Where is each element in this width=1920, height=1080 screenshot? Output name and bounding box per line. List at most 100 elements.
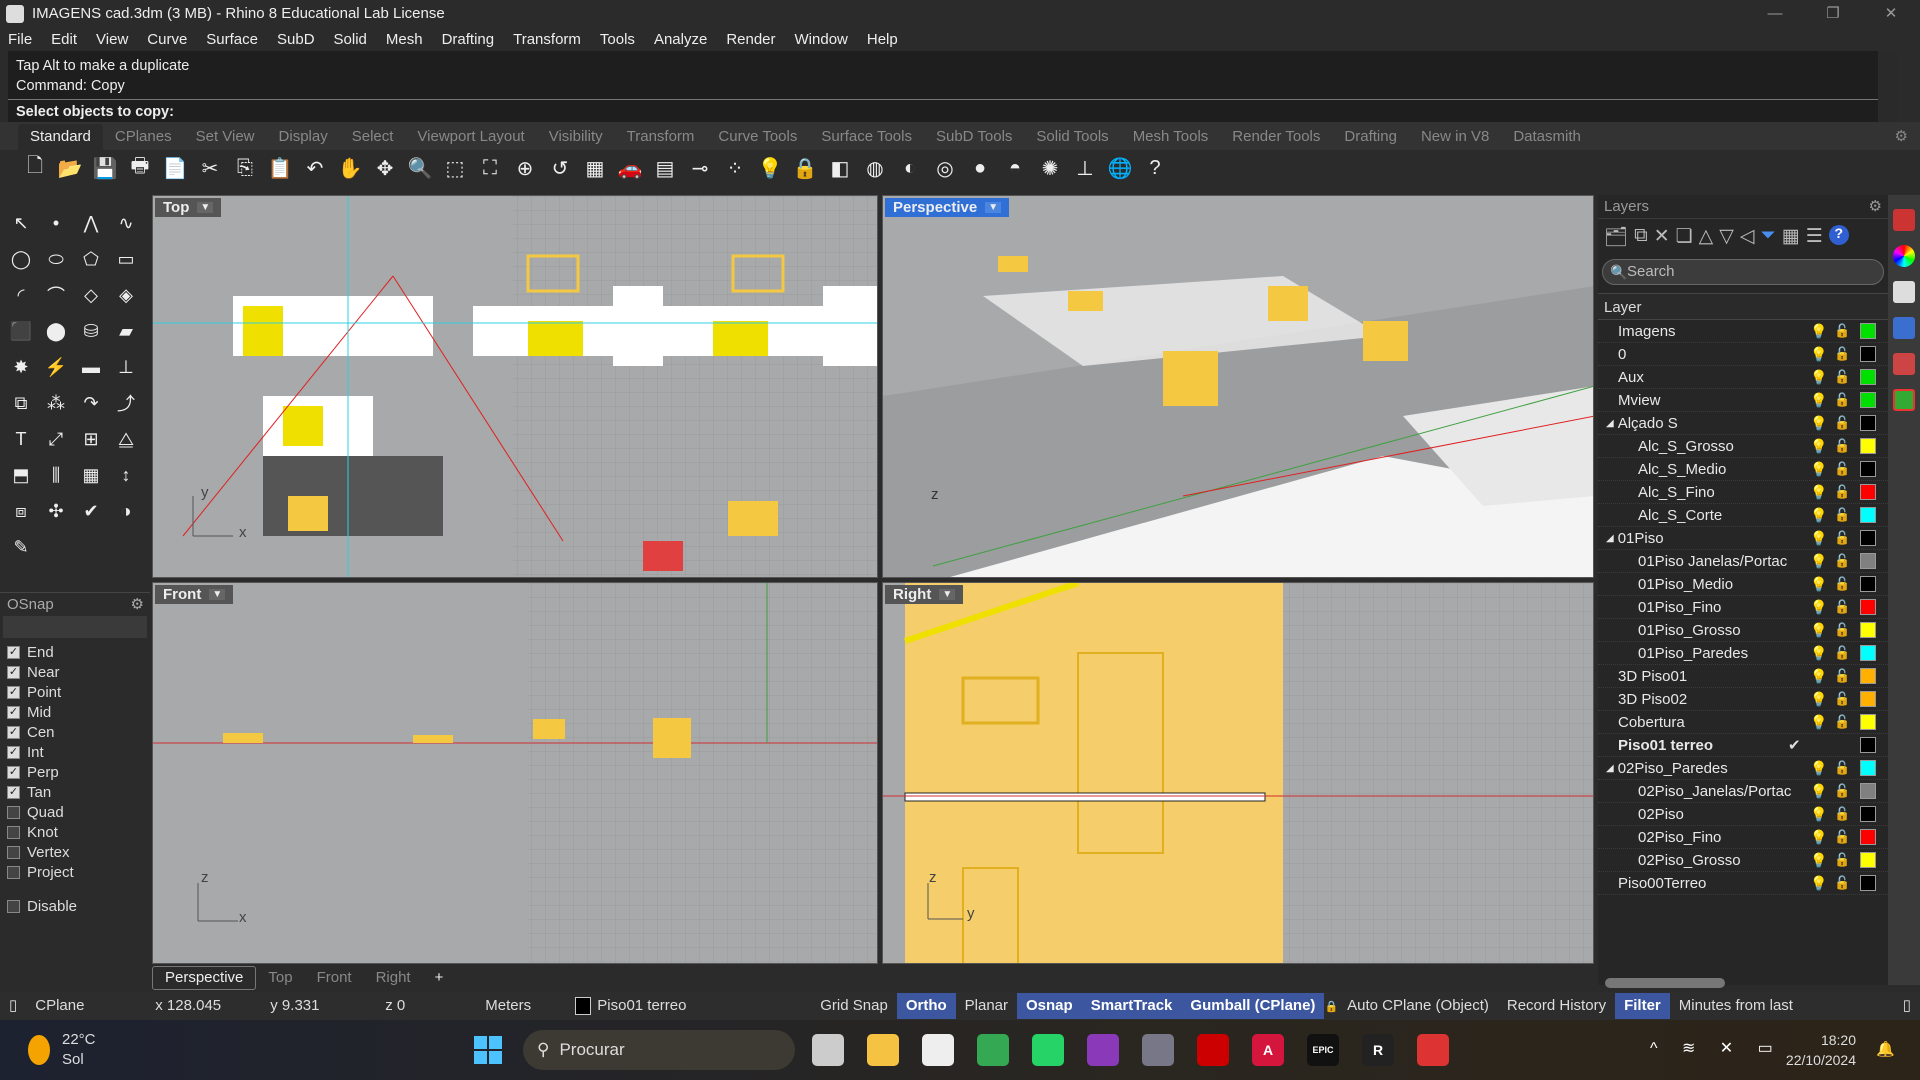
sphere-icon[interactable]: ⬤ xyxy=(41,316,71,346)
autocad-icon[interactable]: A xyxy=(1252,1034,1284,1066)
paint-icon[interactable]: ✎ xyxy=(6,532,36,562)
layer-color-swatch[interactable] xyxy=(1860,714,1876,730)
menu-render[interactable]: Render xyxy=(726,31,775,48)
tab-datasmith[interactable]: Datasmith xyxy=(1501,124,1593,150)
unlock-icon[interactable]: 🔓 xyxy=(1834,484,1850,500)
menu-analyze[interactable]: Analyze xyxy=(654,31,707,48)
box-icon[interactable]: ⬛ xyxy=(6,316,36,346)
lightbulb-icon[interactable]: 💡 xyxy=(1810,760,1827,777)
unlock-icon[interactable]: 🔓 xyxy=(1834,714,1850,730)
viewport-tab-perspective[interactable]: Perspective xyxy=(152,966,257,990)
viewport-label-perspective[interactable]: Perspective ▼ xyxy=(885,198,1010,217)
lightbulb-icon[interactable]: 💡 xyxy=(1810,346,1827,363)
wireframe-icon[interactable]: ◎ xyxy=(930,153,960,183)
import-icon[interactable]: 📄 xyxy=(160,153,190,183)
boolean-icon[interactable]: ⧉ xyxy=(6,388,36,418)
help-tab-icon[interactable] xyxy=(1893,317,1915,339)
unlock-icon[interactable]: 🔓 xyxy=(1834,760,1850,776)
mesh-icon[interactable]: ▦ xyxy=(76,460,106,490)
layer-color-swatch[interactable] xyxy=(1860,369,1876,385)
toggle-auto-cplane-object-[interactable]: Auto CPlane (Object) xyxy=(1338,993,1498,1019)
move-left-icon[interactable]: ◁ xyxy=(1740,225,1755,249)
lightbulb-icon[interactable]: 💡 xyxy=(1810,553,1827,570)
grid-icon[interactable]: ▤ xyxy=(650,153,680,183)
osnap-knot[interactable]: Knot xyxy=(0,822,150,842)
osnap-disable[interactable]: Disable xyxy=(0,896,150,916)
split-icon[interactable]: ⊥ xyxy=(111,352,141,382)
layer-row[interactable]: Piso01 terreo ✔ xyxy=(1598,734,1888,757)
layer-row[interactable]: Alc_S_Medio 💡 🔓 xyxy=(1598,458,1888,481)
lightbulb-icon[interactable]: 💡 xyxy=(1810,415,1827,432)
tab-drafting[interactable]: Drafting xyxy=(1332,124,1409,150)
gumball-icon[interactable]: ✣ xyxy=(41,496,71,526)
open-icon[interactable]: 📂 xyxy=(55,153,85,183)
osnap-near[interactable]: ✓ Near xyxy=(0,662,150,682)
expand-triangle-icon[interactable]: ◢ xyxy=(1606,763,1614,774)
weather-widget[interactable]: 22°C Sol xyxy=(62,1030,96,1070)
layer-row[interactable]: Piso00Terreo 💡 🔓 xyxy=(1598,872,1888,895)
layer-color-swatch[interactable] xyxy=(1860,668,1876,684)
offset-icon[interactable]: ⤴ xyxy=(111,388,141,418)
microsoft-store-icon[interactable] xyxy=(922,1034,954,1066)
osnap-point[interactable]: ✓ Point xyxy=(0,682,150,702)
layer-color-swatch[interactable] xyxy=(1860,783,1876,799)
cylinder-icon[interactable]: ⛁ xyxy=(76,316,106,346)
checkbox[interactable] xyxy=(7,825,20,839)
layers-tab-icon[interactable] xyxy=(1893,209,1915,231)
lightbulb-icon[interactable]: 💡 xyxy=(1810,691,1827,708)
surface-icon[interactable]: ◇ xyxy=(76,280,106,310)
point-icon[interactable]: • xyxy=(41,208,71,238)
windows-start-icon[interactable] xyxy=(474,1036,502,1064)
unlock-icon[interactable]: 🔓 xyxy=(1834,553,1850,569)
ellipse-icon[interactable]: ⬭ xyxy=(41,244,71,274)
tab-display[interactable]: Display xyxy=(267,124,340,150)
osnap-cen[interactable]: ✓ Cen xyxy=(0,722,150,742)
render-icon[interactable]: ◓ xyxy=(1000,153,1030,183)
clipping-icon[interactable]: ⧈ xyxy=(6,496,36,526)
check-icon[interactable]: ✔ xyxy=(76,496,106,526)
toggle-planar[interactable]: Planar xyxy=(956,993,1017,1019)
tab-solid-tools[interactable]: Solid Tools xyxy=(1024,124,1120,150)
layer-row[interactable]: Alc_S_Grosso 💡 🔓 xyxy=(1598,435,1888,458)
osnap-int[interactable]: ✓ Int xyxy=(0,742,150,762)
save-icon[interactable]: 💾 xyxy=(90,153,120,183)
extrude-icon[interactable]: ⬒ xyxy=(6,460,36,490)
whatsapp-icon[interactable] xyxy=(1032,1034,1064,1066)
toggle-filter[interactable]: Filter xyxy=(1615,993,1670,1019)
polyline-icon[interactable]: ⋀ xyxy=(76,208,106,238)
layer-color-swatch[interactable] xyxy=(1860,875,1876,891)
toggle-minutes-from-last[interactable]: Minutes from last xyxy=(1670,993,1802,1019)
tab-render-tools[interactable]: Render Tools xyxy=(1220,124,1332,150)
properties-tab-icon[interactable] xyxy=(1893,353,1915,375)
lightbulb-icon[interactable]: 💡 xyxy=(1810,668,1827,685)
delete-icon[interactable]: ✕ xyxy=(1654,225,1670,249)
dimension-icon[interactable]: ⊥ xyxy=(1070,153,1100,183)
lightbulb-icon[interactable]: 💡 xyxy=(1810,599,1827,616)
car-icon[interactable]: 🚗 xyxy=(615,153,645,183)
tab-curve-tools[interactable]: Curve Tools xyxy=(706,124,809,150)
unlock-icon[interactable]: 🔓 xyxy=(1834,622,1850,638)
layer-color-swatch[interactable] xyxy=(1860,530,1876,546)
display-tab-icon[interactable] xyxy=(1893,281,1915,303)
unlock-icon[interactable]: 🔓 xyxy=(1834,507,1850,523)
analyze-icon[interactable]: ◑ xyxy=(111,496,141,526)
toggle-record-history[interactable]: Record History xyxy=(1498,993,1615,1019)
layer-row[interactable]: 0 💡 🔓 xyxy=(1598,343,1888,366)
layers-horizontal-scrollbar[interactable] xyxy=(1605,978,1725,988)
layer-color-swatch[interactable] xyxy=(1860,438,1876,454)
sketchup-icon[interactable] xyxy=(1417,1034,1449,1066)
layer-color-swatch[interactable] xyxy=(1860,323,1876,339)
tab-new-in-v8[interactable]: New in V8 xyxy=(1409,124,1501,150)
toggle-ortho[interactable]: Ortho xyxy=(896,993,956,1019)
viewport-right[interactable]: Right ▼ z y xyxy=(882,582,1594,964)
layer-row[interactable]: ◢ 02Piso_Paredes 💡 🔓 xyxy=(1598,757,1888,780)
unlock-icon[interactable]: 🔓 xyxy=(1834,783,1850,799)
filter-icon[interactable]: ⏷ xyxy=(1761,225,1776,249)
gear-icon[interactable]: ⚙ xyxy=(131,593,144,617)
sweep-icon[interactable]: ◈ xyxy=(111,280,141,310)
layer-row[interactable]: Mview 💡 🔓 xyxy=(1598,389,1888,412)
four-viewports-icon[interactable]: ▦ xyxy=(580,153,610,183)
layer-row[interactable]: 3D Piso02 💡 🔓 xyxy=(1598,688,1888,711)
zoom-extents-icon[interactable]: ⛶ xyxy=(475,153,505,183)
extend-icon[interactable]: ▬ xyxy=(76,352,106,382)
